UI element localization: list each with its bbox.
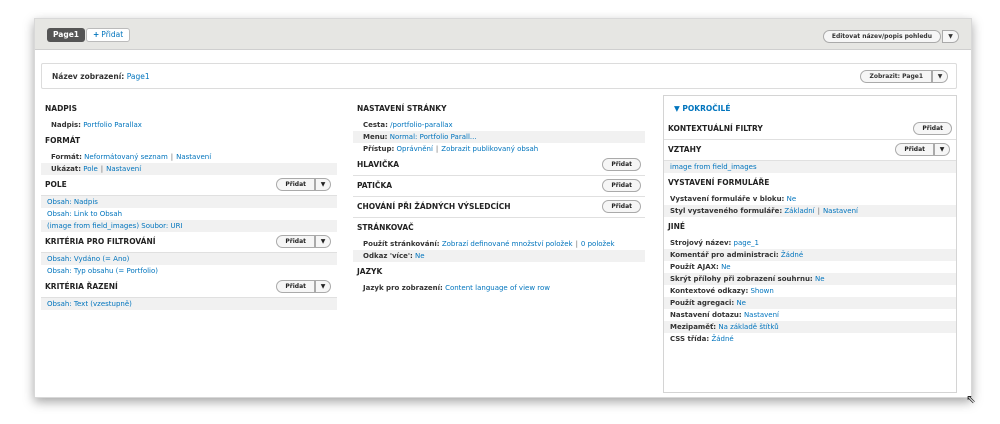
title-link[interactable]: Portfolio Parallax	[83, 121, 142, 129]
section-ctx-head: KONTEXTUÁLNÍ FILTRY Přidat	[664, 119, 956, 140]
advanced-toggle[interactable]: ▼ POKROČILÉ	[664, 96, 956, 119]
access-settings-link[interactable]: Zobrazit publikovaný obsah	[441, 145, 538, 153]
path-link[interactable]: /portfolio-parallax	[390, 121, 453, 129]
display-tabs-bar: Page1 + Přidat Editovat název/popis pohle…	[35, 19, 971, 50]
triangle-down-icon: ▼	[674, 104, 680, 113]
query-link[interactable]: Nastavení	[744, 311, 779, 319]
add-empty-button[interactable]: Přidat	[602, 200, 641, 213]
tab-page1[interactable]: Page1	[47, 28, 86, 42]
add-display-label: Přidat	[101, 30, 124, 39]
admin-link[interactable]: Žádné	[781, 251, 803, 259]
form-block-link[interactable]: Ne	[787, 195, 797, 203]
section-form-head: VYSTAVENÍ FORMULÁŘE	[668, 178, 770, 187]
section-title-head: NADPIS	[45, 104, 77, 113]
hide-link[interactable]: Ne	[815, 275, 825, 283]
more-row: Odkaz 'více': Ne	[353, 250, 645, 262]
section-page-head: NASTAVENÍ STRÁNKY	[357, 104, 447, 113]
lang-link[interactable]: Content language of view row	[445, 284, 550, 292]
chevron-down-icon[interactable]: ▼	[315, 178, 331, 191]
machine-row: Strojový název: page_1	[670, 239, 759, 247]
add-filter-button[interactable]: Přidat	[276, 235, 315, 248]
form-style-row: Styl vystaveného formuláře: Základní | Nas…	[664, 205, 956, 217]
add-relationship-button[interactable]: Přidat	[895, 143, 934, 156]
form-block-row: Vystavení formuláře v bloku: Ne	[670, 195, 797, 203]
show-display-button[interactable]: Zobrazit: Page1	[860, 70, 932, 83]
display-name-link[interactable]: Page1	[127, 72, 150, 81]
pager-link[interactable]: Zobrazí definované množství položek	[442, 240, 573, 248]
add-display-button[interactable]: + Přidat	[86, 28, 131, 42]
path-row: Cesta: /portfolio-parallax	[363, 121, 453, 129]
title-row: Nadpis: Portfolio Parallax	[51, 121, 142, 129]
chevron-down-icon[interactable]: ▼	[932, 70, 948, 83]
views-ui-frame: Page1 + Přidat Editovat název/popis pohle…	[34, 18, 972, 398]
show-settings-link[interactable]: Nastavení	[106, 165, 141, 173]
section-format-head: FORMÁT	[45, 136, 81, 145]
add-header-button[interactable]: Přidat	[602, 158, 641, 171]
pager-row: Použít stránkování: Zobrazí definované m…	[363, 240, 615, 248]
chevron-down-icon[interactable]: ▼	[315, 280, 331, 293]
list-item[interactable]: Obsah: Link to Obsah	[41, 208, 337, 220]
ctxlinks-row: Kontextové odkazy: Shown	[670, 287, 774, 295]
list-item[interactable]: Obsah: Nadpis	[41, 196, 337, 208]
list-item[interactable]: Obsah: Typ obsahu (= Portfolio)	[41, 265, 337, 277]
list-item[interactable]: Obsah: Vydáno (= Ano)	[41, 253, 337, 265]
admin-row: Komentář pro administraci: Žádné	[664, 249, 956, 261]
section-pager-head: STRÁNKOVAČ	[357, 223, 414, 232]
form-style-link[interactable]: Základní	[784, 207, 814, 215]
cache-link[interactable]: Na základě štítků	[718, 323, 778, 331]
format-row: Formát: Neformátovaný seznam | Nastavení	[51, 153, 212, 161]
section-fields-head: POLE Přidat ▼	[41, 175, 337, 196]
menu-link[interactable]: Normal: Portfolio Parall...	[390, 133, 477, 141]
css-row: CSS třída: Žádné	[670, 335, 734, 343]
access-link[interactable]: Oprávnění	[397, 145, 433, 153]
pager-count-link[interactable]: 0 položek	[581, 240, 615, 248]
add-field-button[interactable]: Přidat	[276, 178, 315, 191]
list-item[interactable]: (image from field_images) Soubor: URI	[41, 220, 337, 232]
ctxlinks-link[interactable]: Shown	[750, 287, 773, 295]
form-style-settings-link[interactable]: Nastavení	[823, 207, 858, 215]
chevron-down-icon[interactable]: ▼	[934, 143, 950, 156]
edit-view-name-button[interactable]: Editovat název/popis pohledu	[822, 30, 941, 43]
cache-row: Mezipaměť: Na základě štítků	[664, 321, 956, 333]
add-contextual-filter-button[interactable]: Přidat	[913, 122, 952, 135]
query-row: Nastavení dotazu: Nastavení	[670, 311, 779, 319]
list-item[interactable]: image from field_images	[664, 161, 956, 173]
chevron-down-icon[interactable]: ▼	[942, 30, 959, 43]
hide-row: Skrýt přílohy při zobrazení souhrnu: Ne	[664, 273, 956, 285]
section-rel-head: VZTAHY Přidat ▼	[664, 140, 956, 161]
list-item[interactable]: Obsah: Text (vzestupně)	[41, 298, 337, 310]
format-settings-link[interactable]: Nastavení	[176, 153, 211, 161]
display-name-bar: Název zobrazení: Page1 Zobrazit: Page1 ▼	[41, 63, 957, 89]
section-empty-head: CHOVÁNÍ PŘI ŽÁDNÝCH VÝSLEDCÍCH Přidat	[353, 197, 645, 218]
section-lang-head: JAZYK	[357, 267, 383, 276]
show-link[interactable]: Pole	[83, 165, 98, 173]
css-link[interactable]: Žádné	[711, 335, 733, 343]
ajax-link[interactable]: Ne	[721, 263, 731, 271]
add-footer-button[interactable]: Přidat	[602, 179, 641, 192]
column-page: NASTAVENÍ STRÁNKY Cesta: /portfolio-para…	[353, 99, 645, 294]
format-link[interactable]: Neformátovaný seznam	[84, 153, 168, 161]
section-header-head: HLAVIČKA Přidat	[353, 155, 645, 176]
column-basic: NADPIS Nadpis: Portfolio Parallax FORMÁT…	[41, 99, 337, 310]
lang-row: Jazyk pro zobrazení: Content language of…	[363, 284, 551, 292]
ajax-row: Použít AJAX: Ne	[670, 263, 731, 271]
agg-row: Použít agregaci: Ne	[664, 297, 956, 309]
column-advanced: ▼ POKROČILÉ KONTEXTUÁLNÍ FILTRY Přidat V…	[663, 95, 957, 393]
agg-link[interactable]: Ne	[736, 299, 746, 307]
more-link[interactable]: Ne	[415, 252, 425, 260]
section-sort-head: KRITÉRIA ŘAZENÍ Přidat ▼	[41, 277, 337, 298]
access-row: Přístup: Oprávnění | Zobrazit publikovaný …	[363, 145, 539, 153]
section-filters-head: KRITÉRIA PRO FILTROVÁNÍ Přidat ▼	[41, 232, 337, 253]
machine-link[interactable]: page_1	[734, 239, 759, 247]
display-name: Název zobrazení: Page1	[52, 72, 150, 81]
show-row: Ukázat: Pole | Nastavení	[41, 163, 337, 175]
plus-icon: +	[93, 30, 100, 39]
add-sort-button[interactable]: Přidat	[276, 280, 315, 293]
chevron-down-icon[interactable]: ▼	[315, 235, 331, 248]
section-other-head: JINÉ	[668, 222, 685, 231]
menu-row: Menu: Normal: Portfolio Parall...	[353, 131, 645, 143]
mouse-pointer-icon: ⇖	[966, 392, 977, 406]
section-footer-head: PATIČKA Přidat	[353, 176, 645, 197]
